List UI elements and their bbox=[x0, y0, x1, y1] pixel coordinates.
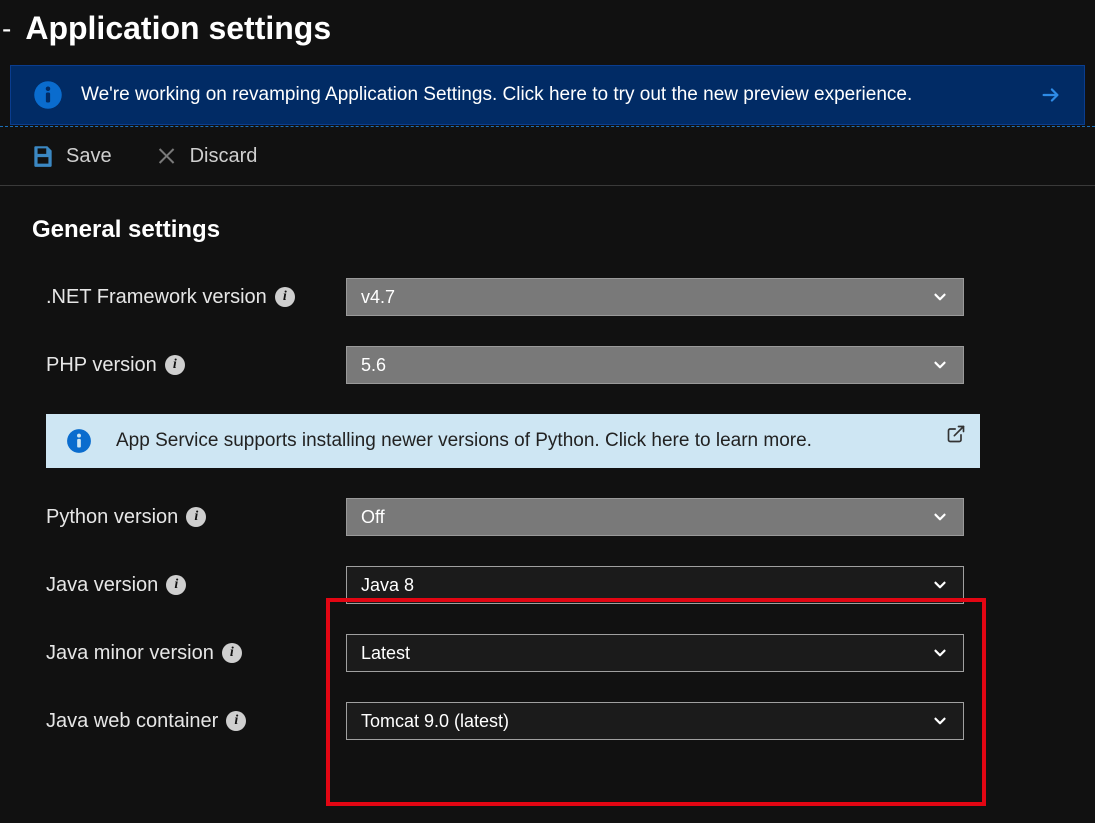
dropdown-python-value: Off bbox=[361, 507, 385, 528]
info-icon bbox=[66, 428, 92, 454]
dropdown-dotnet[interactable]: v4.7 bbox=[346, 278, 964, 316]
label-java: Java version i bbox=[46, 574, 346, 597]
external-link-icon bbox=[946, 424, 966, 449]
dropdown-java-web[interactable]: Tomcat 9.0 (latest) bbox=[346, 702, 964, 740]
dropdown-dotnet-value: v4.7 bbox=[361, 287, 395, 308]
discard-label: Discard bbox=[190, 145, 258, 168]
label-php-text: PHP version bbox=[46, 354, 157, 377]
close-icon bbox=[156, 144, 180, 168]
label-php: PHP version i bbox=[46, 354, 346, 377]
label-java-web: Java web container i bbox=[46, 710, 346, 733]
toolbar: Save Discard bbox=[0, 126, 1095, 186]
chevron-down-icon bbox=[931, 508, 949, 526]
save-button[interactable]: Save bbox=[30, 143, 112, 169]
chevron-down-icon bbox=[931, 644, 949, 662]
label-java-web-text: Java web container bbox=[46, 710, 218, 733]
row-java-minor: Java minor version i Latest bbox=[46, 634, 1063, 672]
python-banner-text: App Service supports installing newer ve… bbox=[116, 430, 812, 452]
row-python: Python version i Off bbox=[46, 498, 1063, 536]
dropdown-python[interactable]: Off bbox=[346, 498, 964, 536]
content: General settings .NET Framework version … bbox=[0, 186, 1095, 780]
row-java: Java version i Java 8 bbox=[46, 566, 1063, 604]
python-info-banner[interactable]: App Service supports installing newer ve… bbox=[46, 414, 980, 468]
label-python-text: Python version bbox=[46, 506, 178, 529]
label-dotnet: .NET Framework version i bbox=[46, 286, 346, 309]
preview-banner[interactable]: We're working on revamping Application S… bbox=[10, 65, 1085, 125]
info-icon bbox=[33, 80, 63, 110]
info-icon[interactable]: i bbox=[226, 711, 246, 731]
preview-banner-text: We're working on revamping Application S… bbox=[81, 84, 1022, 106]
dropdown-php[interactable]: 5.6 bbox=[346, 346, 964, 384]
info-icon[interactable]: i bbox=[186, 507, 206, 527]
info-icon[interactable]: i bbox=[165, 355, 185, 375]
page-title-bar: - Application settings bbox=[0, 0, 1095, 65]
section-heading: General settings bbox=[32, 216, 1063, 244]
save-icon bbox=[30, 143, 56, 169]
label-java-text: Java version bbox=[46, 574, 158, 597]
label-dotnet-text: .NET Framework version bbox=[46, 286, 267, 309]
dropdown-java-minor[interactable]: Latest bbox=[346, 634, 964, 672]
label-java-minor-text: Java minor version bbox=[46, 642, 214, 665]
dropdown-java[interactable]: Java 8 bbox=[346, 566, 964, 604]
row-dotnet: .NET Framework version i v4.7 bbox=[46, 278, 1063, 316]
chevron-down-icon bbox=[931, 288, 949, 306]
info-icon[interactable]: i bbox=[222, 643, 242, 663]
save-label: Save bbox=[66, 145, 112, 168]
arrow-right-icon bbox=[1040, 84, 1062, 106]
dropdown-java-web-value: Tomcat 9.0 (latest) bbox=[361, 711, 509, 732]
page-title: Application settings bbox=[25, 10, 331, 47]
row-php: PHP version i 5.6 bbox=[46, 346, 1063, 384]
dropdown-java-value: Java 8 bbox=[361, 575, 414, 596]
chevron-down-icon bbox=[931, 576, 949, 594]
dropdown-java-minor-value: Latest bbox=[361, 643, 410, 664]
breadcrumb-dash: - bbox=[2, 13, 11, 45]
form-rows: .NET Framework version i v4.7 PHP versio… bbox=[46, 278, 1063, 740]
chevron-down-icon bbox=[931, 356, 949, 374]
info-icon[interactable]: i bbox=[275, 287, 295, 307]
discard-button[interactable]: Discard bbox=[156, 143, 258, 169]
label-java-minor: Java minor version i bbox=[46, 642, 346, 665]
dropdown-php-value: 5.6 bbox=[361, 355, 386, 376]
label-python: Python version i bbox=[46, 506, 346, 529]
row-java-web: Java web container i Tomcat 9.0 (latest) bbox=[46, 702, 1063, 740]
info-icon[interactable]: i bbox=[166, 575, 186, 595]
chevron-down-icon bbox=[931, 712, 949, 730]
